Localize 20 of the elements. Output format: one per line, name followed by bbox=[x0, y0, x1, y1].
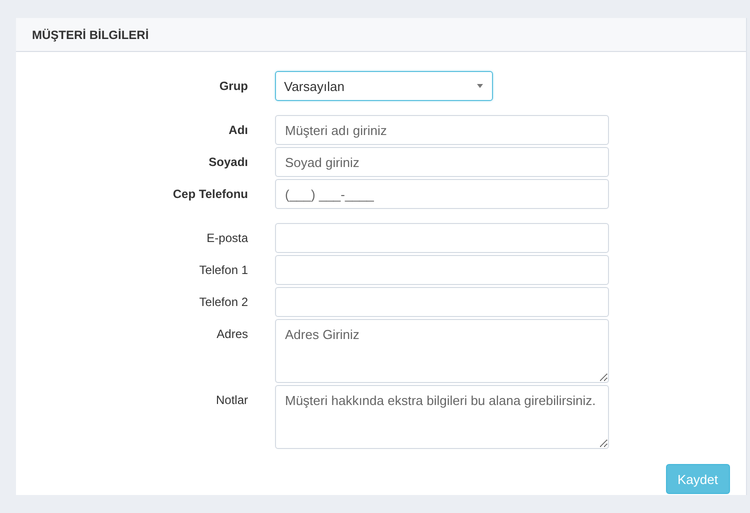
input-field[interactable]: (___) ___-____ bbox=[275, 179, 609, 209]
text-area[interactable]: Adres Giriniz bbox=[275, 319, 609, 383]
panel-title: MÜŞTERİ BİLGİLERİ bbox=[32, 28, 149, 42]
caret-icon bbox=[477, 84, 483, 88]
text-area[interactable]: Müşteri hakkında ekstra bilgileri bu alana girebilirsiniz. bbox=[275, 385, 609, 449]
input-field[interactable] bbox=[275, 223, 609, 253]
field-label: E-posta bbox=[206, 230, 248, 245]
input-field[interactable] bbox=[275, 255, 609, 285]
field-label: Telefon 2 bbox=[199, 294, 248, 309]
group-dropdown[interactable]: Varsayılan bbox=[275, 71, 493, 101]
field-label: Grup bbox=[219, 78, 248, 93]
field-label: Telefon 1 bbox=[199, 262, 248, 277]
input-field[interactable]: Müşteri adı giriniz bbox=[275, 115, 609, 145]
field-label: Adı bbox=[228, 122, 248, 137]
field-label: Cep Telefonu bbox=[172, 186, 248, 201]
field-label: Adres bbox=[216, 326, 248, 341]
input-field[interactable] bbox=[275, 287, 609, 317]
field-label: Notlar bbox=[216, 392, 248, 407]
input-field[interactable]: Soyad giriniz bbox=[275, 147, 609, 177]
field-label: Soyadı bbox=[208, 154, 248, 169]
